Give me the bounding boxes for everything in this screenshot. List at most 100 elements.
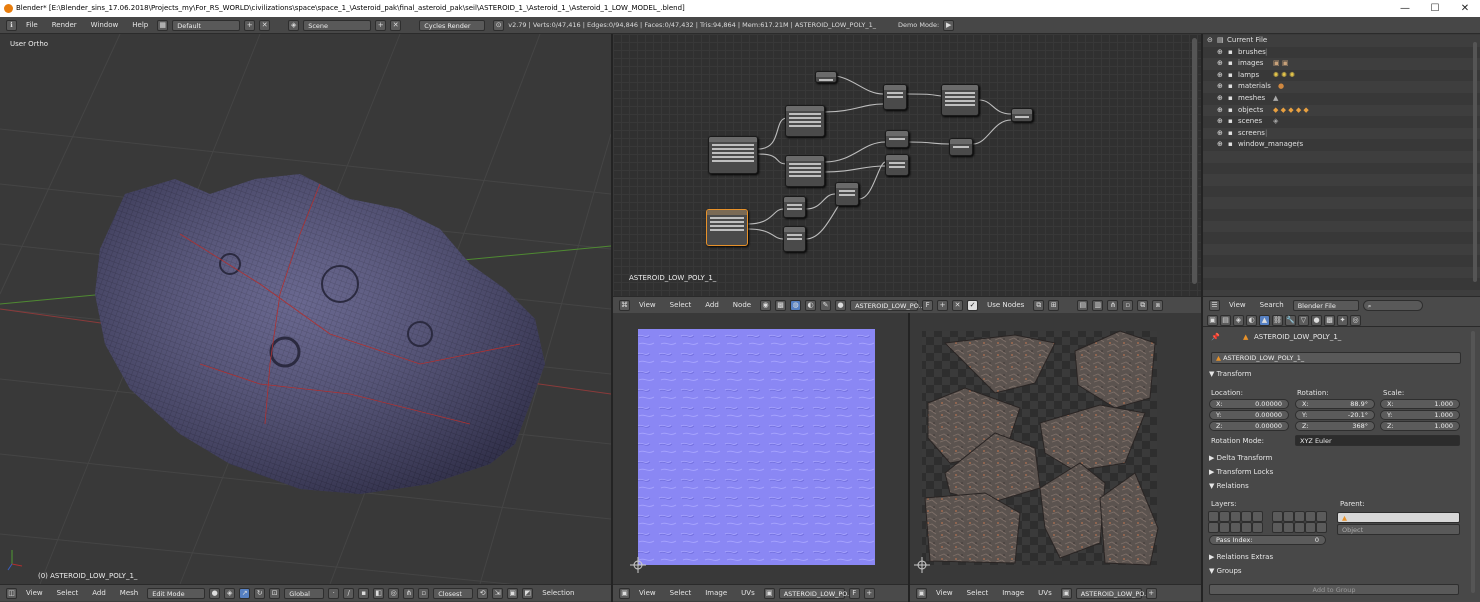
location-y-field[interactable]: Y: 0.00000	[1209, 410, 1289, 420]
menu-view[interactable]: View	[634, 301, 661, 309]
rotation-y-field[interactable]: Y: -20.1°	[1295, 410, 1375, 420]
menu-select[interactable]: Select	[665, 589, 697, 597]
outliner[interactable]: ⊝ ▤ Current File ⊕ ▪ brushes | ⊕ ▪ images ▣ ▣ ⊕ ▪…	[1203, 34, 1480, 296]
properties-scrollbar[interactable]	[1471, 331, 1475, 593]
editor-type-icon[interactable]: ▣	[916, 587, 927, 599]
object-tab-icon[interactable]: ▲	[1259, 315, 1270, 326]
editor-type-icon[interactable]: ℹ	[6, 19, 17, 31]
texture-nodes-icon[interactable]: ▩	[775, 299, 787, 311]
parent-type-select[interactable]: Object	[1337, 524, 1460, 535]
align-rotation-icon[interactable]: ⟲	[477, 587, 489, 599]
mode-select[interactable]: Edit Mode	[147, 587, 206, 599]
modifiers-tab-icon[interactable]: 🔧	[1285, 315, 1296, 326]
node-mapping[interactable]	[708, 136, 758, 174]
editor-type-icon[interactable]: ▣	[619, 587, 630, 599]
backdrop-icon[interactable]: ⧉	[1033, 299, 1045, 311]
node-image-texture-selected[interactable]	[706, 209, 748, 246]
physics-tab-icon[interactable]: ◎	[1350, 315, 1361, 326]
project-icon[interactable]: ⇲	[492, 587, 504, 599]
editor-type-icon[interactable]: ⌘	[619, 299, 630, 311]
menu-select[interactable]: Select	[665, 301, 697, 309]
rotation-x-field[interactable]: X: 88.9°	[1295, 399, 1375, 409]
scale-z-field[interactable]: Z: 1.000	[1380, 421, 1460, 431]
add-image-icon[interactable]: +	[1145, 587, 1157, 599]
location-x-field[interactable]: X: 0.00000	[1209, 399, 1289, 409]
editor-type-icon[interactable]: ◫	[6, 587, 17, 599]
menu-view[interactable]: View	[1224, 301, 1251, 309]
menu-image[interactable]: Image	[997, 589, 1029, 597]
vertical-split-1[interactable]	[611, 34, 613, 602]
rotation-mode-select[interactable]: XYZ Euler	[1295, 435, 1460, 446]
play-icon[interactable]: ▶	[943, 19, 955, 31]
menu-select[interactable]: Select	[52, 589, 84, 597]
vertical-split-2[interactable]	[1201, 34, 1203, 602]
manipulator-icon[interactable]: ↗	[239, 587, 251, 599]
remove-scene-icon[interactable]: ✕	[390, 19, 402, 31]
scene-icon[interactable]: ◈	[288, 19, 300, 31]
scale-y-field[interactable]: Y: 1.000	[1380, 410, 1460, 420]
node-texcoord[interactable]	[815, 71, 837, 83]
relations-extras-panel-header[interactable]: ▶ Relations Extras	[1209, 553, 1273, 561]
image-editor-diffuse[interactable]	[910, 313, 1201, 584]
menu-image[interactable]: Image	[700, 589, 732, 597]
menu-add[interactable]: Add	[700, 301, 724, 309]
material-field[interactable]: ASTEROID_LOW_PO...	[850, 299, 925, 311]
layers-grid[interactable]	[1208, 511, 1328, 533]
menu-view[interactable]: View	[931, 589, 958, 597]
remove-layout-icon[interactable]: ✕	[259, 19, 271, 31]
menu-uvs[interactable]: UVs	[736, 589, 760, 597]
outliner-item-screens[interactable]: ⊕ ▪ screens |	[1203, 127, 1480, 140]
texture-tab-icon[interactable]: ▩	[1324, 315, 1335, 326]
image-editor-normal[interactable]	[613, 313, 908, 584]
outliner-item-window-managers[interactable]: ⊕ ▪ window_managers |	[1203, 139, 1480, 151]
add-material-icon[interactable]: +	[937, 299, 949, 311]
node-principled-bsdf[interactable]	[941, 84, 979, 116]
menu-search[interactable]: Search	[1255, 301, 1289, 309]
relations-panel-header[interactable]: ▼ Relations	[1209, 482, 1249, 490]
outliner-root[interactable]: ⊝ ▤ Current File	[1203, 35, 1480, 47]
image-field[interactable]: ASTEROID_LOW_PO...	[778, 587, 853, 599]
add-layout-icon[interactable]: +	[244, 19, 256, 31]
display-mode-select[interactable]: Blender File	[1292, 299, 1359, 311]
outliner-item-scenes[interactable]: ⊕ ▪ scenes ◈	[1203, 116, 1480, 128]
add-image-icon[interactable]: +	[863, 587, 875, 599]
paste-nodes-icon[interactable]: ▥	[1092, 299, 1104, 311]
image-browse-icon[interactable]: ▣	[763, 587, 775, 599]
node-editor[interactable]: ASTEROID_LOW_POLY_1_	[613, 34, 1201, 296]
node-image-texture-1[interactable]	[785, 105, 825, 137]
fake-user-button[interactable]: F	[922, 299, 934, 311]
outliner-item-lamps[interactable]: ⊕ ▪ lamps ✺ ✺ ✺	[1203, 69, 1480, 82]
screen-layout-field[interactable]: Default	[172, 19, 241, 31]
snap-target-select[interactable]: Closest	[433, 587, 474, 599]
snap-node-icon[interactable]: ⊞	[1048, 299, 1060, 311]
outliner-search-input[interactable]: ⌕	[1362, 299, 1423, 311]
menu-select[interactable]: Select	[962, 589, 994, 597]
shading-icon[interactable]: ●	[209, 587, 221, 599]
rotation-z-field[interactable]: Z: 368°	[1295, 421, 1375, 431]
parent-object-field[interactable]: ▲	[1337, 512, 1460, 523]
add-to-group-button[interactable]: Add to Group	[1209, 584, 1459, 595]
shader-nodes-icon[interactable]: ◉	[760, 299, 772, 311]
render-engine-select[interactable]: Cycles Render	[419, 19, 486, 31]
image-field[interactable]: ASTEROID_LOW_PO...	[1075, 587, 1150, 599]
data-tab-icon[interactable]: ▽	[1298, 315, 1309, 326]
edge-select-icon[interactable]: /	[343, 587, 355, 599]
rotate-manipulator-icon[interactable]: ↻	[254, 587, 266, 599]
menu-render[interactable]: Render	[47, 21, 82, 29]
outliner-item-materials[interactable]: ⊕ ▪ materials ●	[1203, 81, 1480, 93]
material-browse-icon[interactable]: ●	[835, 299, 847, 311]
delta-transform-panel-header[interactable]: ▶ Delta Transform	[1209, 454, 1272, 462]
node-editor-scrollbar[interactable]	[1192, 38, 1197, 284]
face-select-icon[interactable]: ▪	[358, 587, 370, 599]
node-mix-2[interactable]	[885, 130, 909, 148]
minimize-button[interactable]: —	[1390, 0, 1420, 17]
groups-panel-header[interactable]: ▼ Groups	[1209, 567, 1242, 575]
scene-tab-icon[interactable]: ◈	[1233, 315, 1244, 326]
menu-file[interactable]: File	[21, 21, 43, 29]
snap-icon[interactable]: ⋔	[403, 587, 415, 599]
menu-mesh[interactable]: Mesh	[115, 589, 143, 597]
outliner-item-meshes[interactable]: ⊕ ▪ meshes ▲	[1203, 92, 1480, 105]
node-bump[interactable]	[949, 138, 973, 156]
pivot-icon[interactable]: ◈	[224, 587, 236, 599]
material-tab-icon[interactable]: ●	[1311, 315, 1322, 326]
